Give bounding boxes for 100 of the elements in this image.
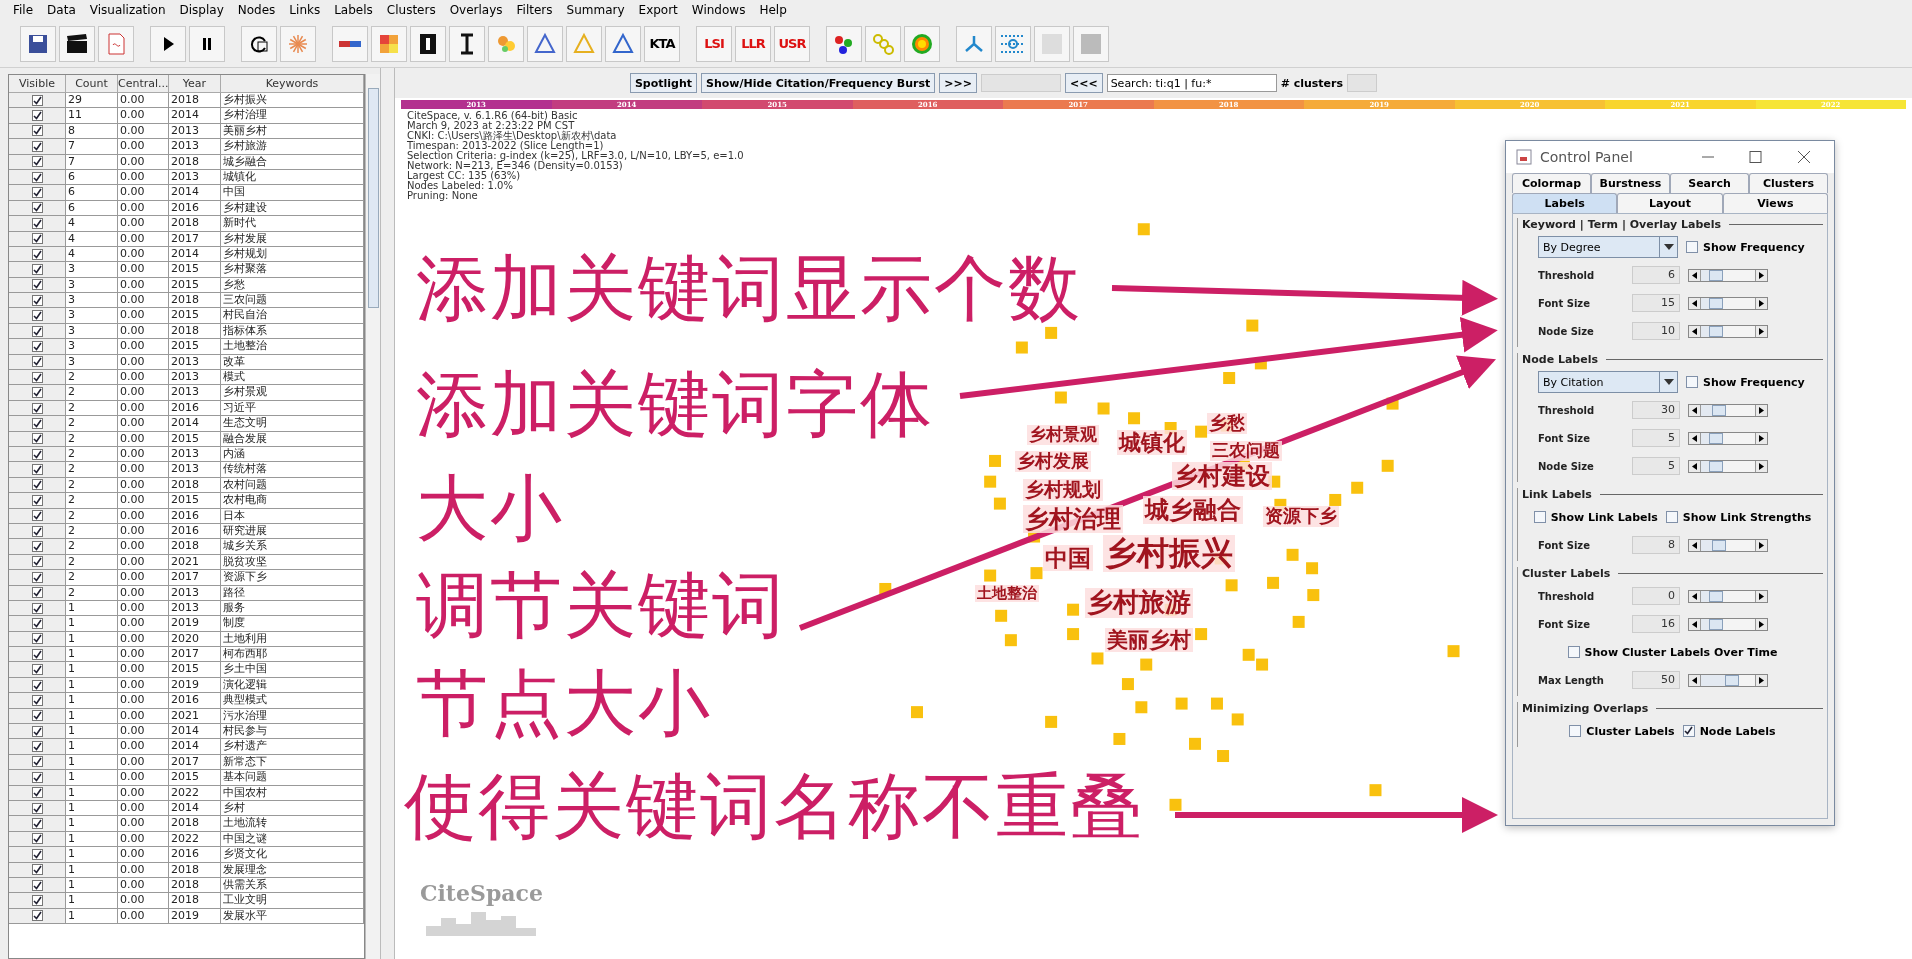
checkbox[interactable] [31, 802, 43, 814]
menu-item[interactable]: Export [631, 3, 685, 17]
slider-thumb[interactable] [1708, 432, 1723, 444]
checkbox[interactable] [31, 756, 43, 768]
checkbox[interactable] [31, 248, 43, 260]
slider[interactable] [1688, 403, 1768, 417]
checkbox[interactable] [31, 340, 43, 352]
menu-item[interactable]: Display [172, 3, 231, 17]
column-header[interactable]: Keywords [221, 75, 364, 93]
checkbox[interactable] [31, 741, 43, 753]
checkbox[interactable] [31, 787, 43, 799]
checkbox[interactable] [31, 402, 43, 414]
slider[interactable] [1688, 589, 1768, 603]
checkbox[interactable]: Node Labels [1682, 724, 1776, 738]
value-field[interactable]: 16 [1632, 615, 1680, 633]
checkbox[interactable] [31, 710, 43, 722]
play-button[interactable] [150, 25, 186, 62]
checkbox-box[interactable] [1682, 725, 1695, 737]
checkbox-box[interactable] [1567, 646, 1580, 658]
color-grid-button[interactable] [371, 25, 407, 62]
checkbox[interactable] [31, 556, 43, 568]
checkbox[interactable] [31, 833, 43, 845]
blank-tile-button[interactable] [1073, 25, 1109, 62]
toolbar-button[interactable]: >>> [939, 73, 977, 93]
slider[interactable] [1688, 296, 1768, 310]
slider-left-button[interactable] [1689, 674, 1700, 686]
slider-left-button[interactable] [1689, 618, 1700, 630]
tab[interactable]: Layout [1617, 193, 1723, 213]
slider-thumb[interactable] [1708, 297, 1723, 309]
checkbox[interactable] [31, 217, 43, 229]
checkbox[interactable] [31, 494, 43, 506]
checkbox-box[interactable] [1569, 725, 1582, 737]
slider-thumb[interactable] [1708, 460, 1723, 472]
value-field[interactable]: 5 [1632, 429, 1680, 447]
tab[interactable]: Colormap [1512, 173, 1591, 193]
checkbox[interactable] [31, 294, 43, 306]
slider-right-button[interactable] [1756, 618, 1767, 630]
value-field[interactable]: 0 [1632, 587, 1680, 605]
checkbox[interactable] [31, 848, 43, 860]
checkbox[interactable] [31, 818, 43, 830]
dotted-line-button[interactable] [995, 25, 1031, 62]
search-field[interactable]: Search: ti:q1 | fu:* [1106, 74, 1277, 92]
checkbox[interactable] [31, 541, 43, 552]
triangle-button[interactable] [527, 25, 563, 62]
refresh-button[interactable] [241, 25, 277, 62]
menu-item[interactable]: Nodes [230, 3, 283, 17]
slider-right-button[interactable] [1756, 269, 1767, 281]
slider-right-button[interactable] [1756, 590, 1767, 602]
menu-item[interactable]: Filters [509, 3, 560, 17]
input-field[interactable] [1347, 74, 1378, 92]
tab[interactable]: Search [1670, 173, 1749, 193]
checkbox[interactable] [31, 679, 43, 691]
menu-item[interactable]: Summary [559, 3, 632, 17]
checkbox[interactable] [31, 233, 43, 245]
column-header[interactable]: Count [66, 75, 118, 93]
checkbox[interactable] [31, 325, 43, 337]
checkbox[interactable] [31, 602, 43, 614]
menu-item[interactable]: Windows [684, 3, 753, 17]
checkbox[interactable] [31, 125, 43, 137]
value-field[interactable]: 5 [1632, 457, 1680, 475]
checkbox[interactable] [31, 264, 43, 275]
checkbox[interactable] [31, 140, 43, 152]
slider-thumb[interactable] [1708, 269, 1723, 281]
checkbox[interactable] [31, 587, 43, 599]
checkbox[interactable] [31, 187, 43, 199]
checkbox[interactable] [31, 171, 43, 183]
checkbox[interactable] [31, 310, 43, 322]
slider-left-button[interactable] [1689, 297, 1700, 309]
toolbar-button[interactable]: Show/Hide Citation/Frequency Burst [701, 73, 936, 93]
slider-left-button[interactable] [1689, 539, 1700, 551]
checkbox[interactable] [31, 448, 43, 460]
pause-button[interactable] [189, 25, 225, 62]
slider-thumb[interactable] [1708, 618, 1723, 630]
menu-item[interactable]: Labels [327, 3, 380, 17]
slider-right-button[interactable] [1756, 432, 1767, 444]
menu-item[interactable]: Data [40, 3, 83, 17]
checkbox[interactable] [31, 617, 43, 629]
menu-item[interactable]: Clusters [379, 3, 443, 17]
value-field[interactable]: 50 [1632, 671, 1680, 689]
slider[interactable] [1688, 673, 1768, 687]
checkbox[interactable] [31, 633, 43, 645]
input-field[interactable] [980, 74, 1061, 92]
checkbox[interactable] [31, 94, 43, 106]
slider[interactable] [1688, 324, 1768, 338]
text-cursor-button[interactable] [449, 25, 485, 62]
checkbox[interactable] [31, 433, 43, 445]
slider-right-button[interactable] [1756, 674, 1767, 686]
dots-button[interactable] [826, 25, 862, 62]
scrollbar-thumb[interactable] [367, 88, 379, 308]
column-header[interactable]: Visible [9, 75, 66, 93]
slider[interactable] [1688, 538, 1768, 552]
dropdown[interactable]: By Degree [1538, 236, 1678, 258]
checkbox[interactable] [31, 479, 43, 491]
tab[interactable]: Burstness [1591, 173, 1670, 193]
slider-thumb[interactable] [1711, 539, 1726, 551]
slider-right-button[interactable] [1756, 404, 1767, 416]
blank-tile-button[interactable] [1034, 25, 1070, 62]
checkbox[interactable] [31, 110, 43, 122]
value-field[interactable]: 15 [1632, 294, 1680, 312]
ibeam-button[interactable] [410, 25, 446, 62]
